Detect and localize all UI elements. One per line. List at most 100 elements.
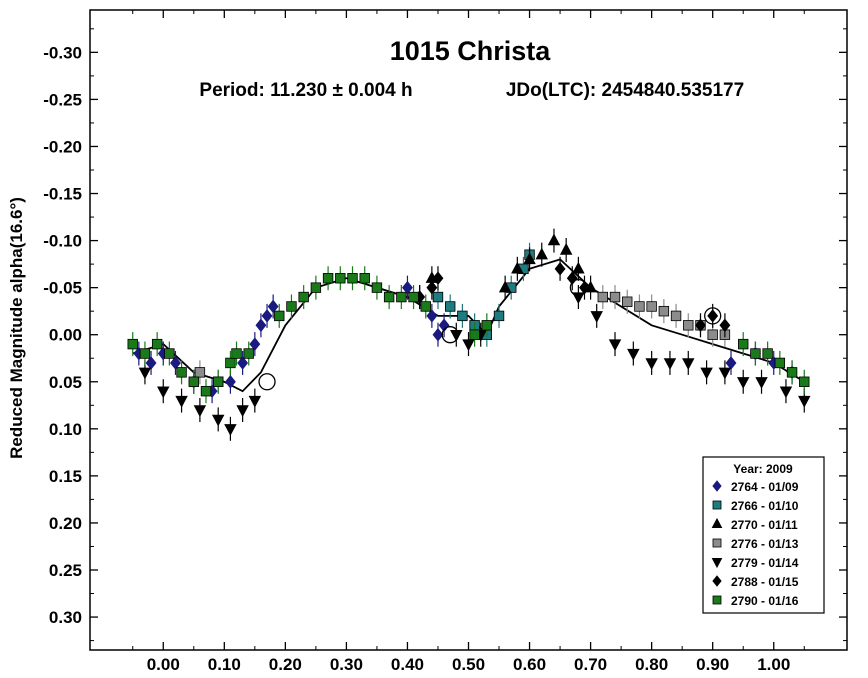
data-point	[736, 377, 750, 389]
data-point	[646, 301, 657, 312]
legend-label: 2776 - 01/13	[731, 537, 799, 551]
data-point	[535, 247, 548, 260]
data-point	[493, 310, 505, 322]
y-tick-label: -0.20	[43, 137, 82, 156]
data-point	[347, 273, 358, 284]
x-tick-label: 1.00	[757, 655, 790, 674]
data-point	[359, 273, 370, 284]
data-point	[408, 291, 419, 303]
legend-label: 2770 - 01/11	[731, 518, 798, 532]
data-point	[322, 273, 334, 284]
legend-label: 2779 - 01/14	[731, 556, 799, 570]
data-point	[274, 310, 285, 322]
x-tick-label: 0.70	[574, 655, 607, 674]
data-point	[151, 338, 163, 350]
y-tick-label: 0.15	[49, 467, 82, 486]
data-point	[139, 348, 151, 359]
data-point	[176, 367, 187, 378]
data-point	[682, 358, 695, 371]
data-point	[700, 367, 713, 380]
data-point	[432, 327, 444, 342]
data-point	[371, 282, 383, 293]
data-point	[255, 318, 267, 333]
chart-title: 1015 Christa	[390, 36, 552, 66]
data-point	[188, 376, 199, 387]
x-tick-label: 0.30	[330, 655, 363, 674]
data-point	[608, 339, 622, 352]
data-point	[762, 348, 773, 359]
data-point	[572, 261, 585, 274]
data-point	[462, 339, 475, 352]
y-tick-label: -0.05	[43, 279, 82, 298]
data-point	[663, 358, 677, 371]
data-point	[426, 309, 438, 323]
data-point	[718, 367, 732, 380]
data-point	[396, 291, 407, 303]
data-point	[194, 367, 206, 378]
data-point	[426, 280, 438, 295]
data-point	[420, 301, 431, 312]
data-point	[138, 367, 152, 380]
lightcurve-chart: -0.30 -0.25 -0.20 -0.15 -0.10 -0.05 0.00 0.05 0.…	[7, 9, 848, 674]
data-point	[248, 395, 262, 408]
data-point	[164, 348, 175, 359]
x-tick-label: 0.10	[208, 655, 241, 674]
data-point	[559, 242, 573, 255]
legend-label: 2790 - 01/16	[731, 594, 799, 608]
y-tick-label: -0.25	[43, 90, 82, 109]
data-point	[627, 348, 640, 361]
data-point	[335, 273, 346, 284]
data-point	[738, 338, 749, 350]
data-point	[750, 348, 761, 359]
y-tick-label: 0.30	[49, 608, 82, 627]
data-point	[402, 280, 413, 295]
data-point	[193, 405, 207, 418]
data-point	[707, 309, 719, 323]
x-tick-label: 0.20	[269, 655, 302, 674]
data-point	[779, 386, 793, 399]
legend-label: 2766 - 01/10	[731, 499, 799, 513]
y-tick-label: -0.30	[43, 43, 82, 62]
data-point	[798, 395, 811, 408]
x-tick-label: 0.80	[635, 655, 668, 674]
y-tick-label: 0.05	[49, 373, 82, 392]
y-tick-label: 0.25	[49, 561, 82, 580]
data-point	[590, 311, 603, 323]
data-point	[145, 356, 157, 370]
legend-marker	[712, 500, 722, 510]
data-point	[683, 320, 694, 331]
data-point	[670, 310, 682, 322]
data-point	[786, 367, 798, 378]
data-point	[225, 357, 236, 369]
data-point	[236, 405, 249, 418]
data-point	[231, 348, 242, 359]
data-point	[127, 338, 138, 350]
legend: Year: 2009 2764 - 01/09 2766 - 01/10 2770 …	[702, 456, 825, 614]
y-tick-label: -0.15	[43, 185, 82, 204]
data-point	[774, 357, 786, 369]
epoch-subtitle: JDo(LTC): 2454840.535177	[506, 80, 744, 101]
data-point	[211, 414, 225, 427]
period-subtitle: Period: 11.230 ± 0.004 h	[199, 80, 412, 101]
data-point	[609, 291, 621, 303]
data-point	[645, 358, 658, 371]
y-tick-label: 0.00	[49, 326, 82, 345]
legend-label: 2764 - 01/09	[731, 480, 799, 494]
data-point	[286, 301, 297, 312]
data-point	[175, 395, 188, 408]
y-axis-label: Reduced Magnitude alpha(16.6°)	[7, 197, 26, 459]
data-point	[719, 318, 731, 333]
series-4	[194, 285, 731, 394]
data-point	[658, 305, 670, 317]
hollow-point	[258, 373, 276, 391]
data-point	[469, 329, 480, 340]
data-point	[261, 309, 273, 323]
data-point	[224, 424, 237, 436]
data-point	[622, 296, 633, 307]
y-tick-label: 0.20	[49, 514, 82, 533]
legend-marker	[712, 538, 722, 548]
y-tick-label: 0.10	[49, 420, 82, 439]
data-point	[634, 301, 645, 312]
data-point	[267, 299, 279, 314]
data-point	[298, 291, 309, 303]
